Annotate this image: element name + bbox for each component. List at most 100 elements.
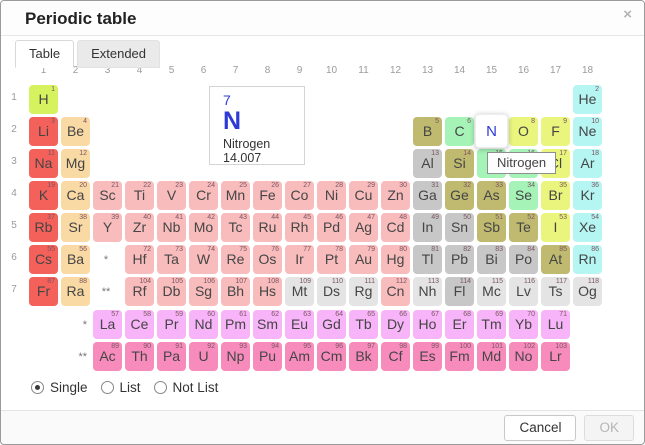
- element-Ag[interactable]: 47Ag: [349, 213, 378, 242]
- element-Ra[interactable]: 88Ra: [61, 277, 90, 306]
- element-Es[interactable]: 99Es: [413, 342, 442, 371]
- element-Eu[interactable]: 63Eu: [285, 310, 314, 339]
- tab-table[interactable]: Table: [15, 40, 74, 68]
- element-U[interactable]: 92U: [189, 342, 218, 371]
- element-Si[interactable]: 14Si: [445, 149, 474, 178]
- element-In[interactable]: 49In: [413, 213, 442, 242]
- element-Ho[interactable]: 67Ho: [413, 310, 442, 339]
- element-Os[interactable]: 76Os: [253, 245, 282, 274]
- element-Tm[interactable]: 69Tm: [477, 310, 506, 339]
- radio-list[interactable]: List: [101, 380, 141, 395]
- element-Mn[interactable]: 25Mn: [221, 181, 250, 210]
- element-Cr[interactable]: 24Cr: [189, 181, 218, 210]
- element-Rg[interactable]: 111Rg: [349, 277, 378, 306]
- element-Fe[interactable]: 26Fe: [253, 181, 282, 210]
- element-Yb[interactable]: 70Yb: [509, 310, 538, 339]
- element-Mg[interactable]: 12Mg: [61, 149, 90, 178]
- element-Po[interactable]: 84Po: [509, 245, 538, 274]
- element-Ti[interactable]: 22Ti: [125, 181, 154, 210]
- element-Se[interactable]: 34Se: [509, 181, 538, 210]
- element-Zr[interactable]: 40Zr: [125, 213, 154, 242]
- element-Ta[interactable]: 73Ta: [157, 245, 186, 274]
- tab-extended[interactable]: Extended: [77, 40, 160, 68]
- element-Ar[interactable]: 18Ar: [573, 149, 602, 178]
- element-Mt[interactable]: 109Mt: [285, 277, 314, 306]
- element-Sm[interactable]: 62Sm: [253, 310, 282, 339]
- element-Pt[interactable]: 78Pt: [317, 245, 346, 274]
- element-Fm[interactable]: 100Fm: [445, 342, 474, 371]
- element-Cs[interactable]: 55Cs: [29, 245, 58, 274]
- element-Y[interactable]: 39Y: [93, 213, 122, 242]
- element-Rn[interactable]: 86Rn: [573, 245, 602, 274]
- element-Te[interactable]: 52Te: [509, 213, 538, 242]
- element-Pr[interactable]: 59Pr: [157, 310, 186, 339]
- element-Be[interactable]: 4Be: [61, 117, 90, 146]
- element-Br[interactable]: 35Br: [541, 181, 570, 210]
- element-Na[interactable]: 11Na: [29, 149, 58, 178]
- element-Cm[interactable]: 96Cm: [317, 342, 346, 371]
- element-Bh[interactable]: 107Bh: [221, 277, 250, 306]
- element-W[interactable]: 74W: [189, 245, 218, 274]
- element-Pa[interactable]: 91Pa: [157, 342, 186, 371]
- element-Tl[interactable]: 81Tl: [413, 245, 442, 274]
- element-Hg[interactable]: 80Hg: [381, 245, 410, 274]
- element-Ga[interactable]: 31Ga: [413, 181, 442, 210]
- element-Fr[interactable]: 87Fr: [29, 277, 58, 306]
- element-Cf[interactable]: 98Cf: [381, 342, 410, 371]
- element-Ds[interactable]: 110Ds: [317, 277, 346, 306]
- element-C[interactable]: 6C: [445, 117, 474, 146]
- cancel-button[interactable]: Cancel: [504, 415, 576, 441]
- element-Md[interactable]: 101Md: [477, 342, 506, 371]
- element-Dy[interactable]: 66Dy: [381, 310, 410, 339]
- element-B[interactable]: 5B: [413, 117, 442, 146]
- element-At[interactable]: 85At: [541, 245, 570, 274]
- element-H[interactable]: 1H: [29, 85, 58, 114]
- element-Gd[interactable]: 64Gd: [317, 310, 346, 339]
- element-Ne[interactable]: 10Ne: [573, 117, 602, 146]
- element-La[interactable]: 57La: [93, 310, 122, 339]
- element-Co[interactable]: 27Co: [285, 181, 314, 210]
- element-Pu[interactable]: 94Pu: [253, 342, 282, 371]
- element-Ca[interactable]: 20Ca: [61, 181, 90, 210]
- element-Ce[interactable]: 58Ce: [125, 310, 154, 339]
- element-Rb[interactable]: 37Rb: [29, 213, 58, 242]
- element-Lu[interactable]: 71Lu: [541, 310, 570, 339]
- element-Nd[interactable]: 60Nd: [189, 310, 218, 339]
- element-Rh[interactable]: 45Rh: [285, 213, 314, 242]
- element-Sn[interactable]: 50Sn: [445, 213, 474, 242]
- element-Li[interactable]: 3Li: [29, 117, 58, 146]
- element-Hf[interactable]: 72Hf: [125, 245, 154, 274]
- element-He[interactable]: 2He: [573, 85, 602, 114]
- element-Zn[interactable]: 30Zn: [381, 181, 410, 210]
- element-F[interactable]: 9F: [541, 117, 570, 146]
- ok-button[interactable]: OK: [584, 415, 634, 441]
- element-Lr[interactable]: 103Lr: [541, 342, 570, 371]
- element-Sb[interactable]: 51Sb: [477, 213, 506, 242]
- radio-single[interactable]: Single: [31, 380, 88, 395]
- element-I[interactable]: 53I: [541, 213, 570, 242]
- element-Rf[interactable]: 104Rf: [125, 277, 154, 306]
- element-Sr[interactable]: 38Sr: [61, 213, 90, 242]
- element-Cu[interactable]: 29Cu: [349, 181, 378, 210]
- element-Ac[interactable]: 89Ac: [93, 342, 122, 371]
- element-N[interactable]: N: [475, 114, 508, 148]
- element-Ts[interactable]: 117Ts: [541, 277, 570, 306]
- element-Sc[interactable]: 21Sc: [93, 181, 122, 210]
- element-Au[interactable]: 79Au: [349, 245, 378, 274]
- element-Bk[interactable]: 97Bk: [349, 342, 378, 371]
- element-Pd[interactable]: 46Pd: [317, 213, 346, 242]
- element-Tb[interactable]: 65Tb: [349, 310, 378, 339]
- element-Db[interactable]: 105Db: [157, 277, 186, 306]
- element-Og[interactable]: 118Og: [573, 277, 602, 306]
- element-Ru[interactable]: 44Ru: [253, 213, 282, 242]
- element-Ba[interactable]: 56Ba: [61, 245, 90, 274]
- element-Re[interactable]: 75Re: [221, 245, 250, 274]
- element-Cn[interactable]: 112Cn: [381, 277, 410, 306]
- element-Tc[interactable]: 43Tc: [221, 213, 250, 242]
- radio-not-list[interactable]: Not List: [154, 380, 219, 395]
- element-Pb[interactable]: 82Pb: [445, 245, 474, 274]
- element-Np[interactable]: 93Np: [221, 342, 250, 371]
- element-O[interactable]: 8O: [509, 117, 538, 146]
- element-Mo[interactable]: 42Mo: [189, 213, 218, 242]
- element-Ni[interactable]: 28Ni: [317, 181, 346, 210]
